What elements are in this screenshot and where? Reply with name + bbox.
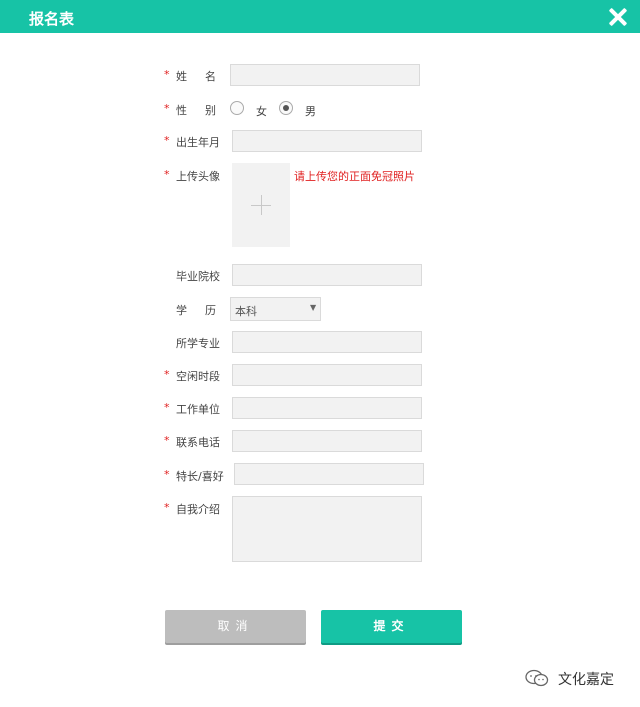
- gender-option-male-label: 男: [305, 105, 316, 118]
- cancel-button[interactable]: 取消: [165, 610, 306, 643]
- education-label: 学历: [176, 304, 234, 317]
- birth-input[interactable]: [232, 130, 422, 152]
- free-time-input[interactable]: [232, 364, 422, 386]
- work-unit-label: 工作单位: [176, 403, 220, 416]
- dropdown-arrow-icon: ▼: [310, 303, 317, 312]
- education-select[interactable]: 本科 ▼: [230, 297, 321, 321]
- gender-option-female-label: 女: [256, 105, 267, 118]
- work-unit-input[interactable]: [232, 397, 422, 419]
- required-mark: *: [164, 368, 170, 381]
- name-input[interactable]: [230, 64, 420, 86]
- required-mark: *: [164, 134, 170, 147]
- gender-row: * 性别: [160, 99, 430, 121]
- avatar-row: * 上传头像: [160, 165, 230, 187]
- plus-icon-vertical: [261, 195, 262, 215]
- hobby-row: * 特长/喜好: [160, 465, 234, 487]
- avatar-hint: 请上传您的正面免冠照片: [294, 170, 415, 183]
- school-row: 毕业院校: [160, 265, 230, 287]
- gender-radio-male[interactable]: [279, 101, 293, 115]
- work-unit-row: * 工作单位: [160, 398, 230, 420]
- education-select-value: 本科: [235, 305, 257, 318]
- avatar-label: 上传头像: [176, 170, 220, 183]
- brand-name: 文化嘉定: [558, 672, 614, 688]
- required-mark: *: [164, 501, 170, 514]
- intro-label: 自我介绍: [176, 503, 220, 516]
- required-mark: *: [164, 434, 170, 447]
- name-label: 姓名: [176, 70, 234, 83]
- major-label: 所学专业: [176, 337, 220, 350]
- education-row: 学历: [160, 299, 230, 321]
- major-row: 所学专业: [160, 332, 230, 354]
- phone-input[interactable]: [232, 430, 422, 452]
- avatar-upload-box[interactable]: [232, 163, 290, 247]
- required-mark: *: [164, 468, 170, 481]
- school-label: 毕业院校: [176, 270, 220, 283]
- hobby-input[interactable]: [234, 463, 424, 485]
- intro-textarea[interactable]: [232, 496, 422, 562]
- required-mark: *: [164, 102, 170, 115]
- dialog-title: 报名表: [29, 10, 75, 28]
- submit-button[interactable]: 提交: [321, 610, 462, 643]
- required-mark: *: [164, 168, 170, 181]
- school-input[interactable]: [232, 264, 422, 286]
- required-mark: *: [164, 68, 170, 81]
- hobby-label: 特长/喜好: [176, 470, 224, 483]
- close-icon[interactable]: [607, 6, 629, 28]
- birth-label: 出生年月: [176, 136, 220, 149]
- intro-row: * 自我介绍: [160, 498, 230, 520]
- required-mark: *: [164, 401, 170, 414]
- major-input[interactable]: [232, 331, 422, 353]
- gender-label: 性别: [176, 104, 234, 117]
- wechat-logo-icon: [525, 669, 549, 687]
- dialog-header: 报名表: [0, 0, 640, 33]
- gender-radio-female[interactable]: [230, 101, 244, 115]
- phone-label: 联系电话: [176, 436, 220, 449]
- phone-row: * 联系电话: [160, 431, 230, 453]
- free-time-label: 空闲时段: [176, 370, 220, 383]
- free-time-row: * 空闲时段: [160, 365, 230, 387]
